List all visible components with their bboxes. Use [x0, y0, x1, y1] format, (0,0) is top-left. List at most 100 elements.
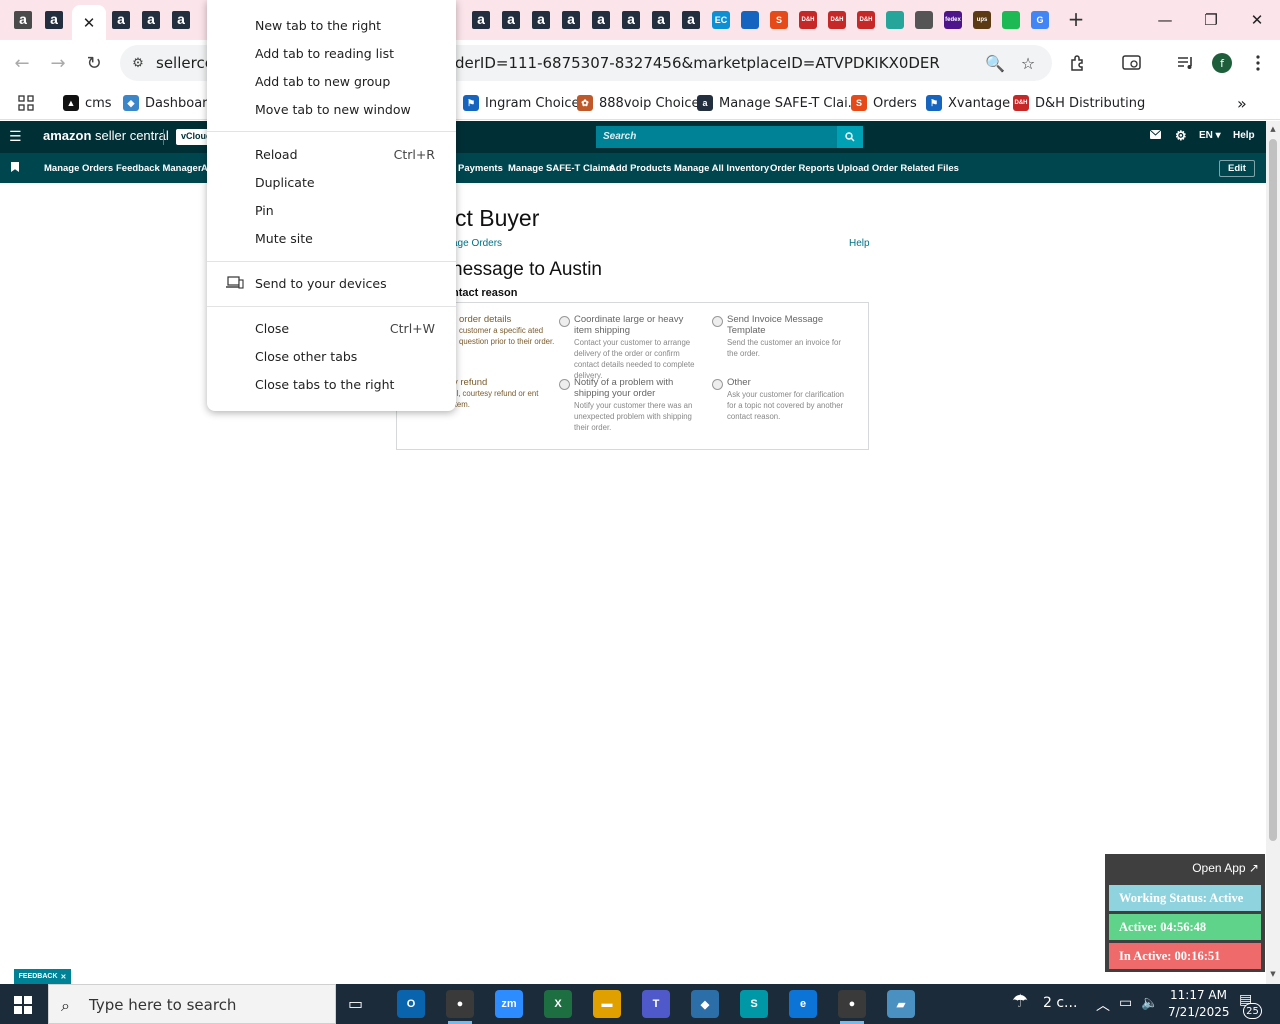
nav-manage-safet-claims[interactable]: Manage SAFE-T Claims — [508, 163, 614, 174]
tab-favicon[interactable]: S — [768, 9, 790, 31]
clock-date[interactable]: 7/21/2025 — [1168, 1005, 1230, 1019]
account-switcher[interactable]: vCloud — [176, 129, 208, 145]
hamburger-menu-icon[interactable]: ☰ — [9, 129, 22, 145]
apps-grid-icon[interactable] — [18, 92, 34, 114]
bookmark-item[interactable]: S Orders — [851, 92, 917, 114]
weather-icon[interactable]: ☂ — [1012, 991, 1028, 1012]
menu-add-reading-list[interactable]: Add tab to reading list — [207, 40, 456, 68]
clock-time[interactable]: 11:17 AM — [1170, 988, 1227, 1002]
tab-favicon[interactable]: D&H — [855, 9, 877, 31]
breadcrumb-link[interactable]: age Orders — [452, 238, 502, 249]
nav-order-reports[interactable]: Order Reports — [770, 163, 834, 174]
menu-new-tab-right[interactable]: New tab to the right — [207, 12, 456, 40]
menu-close-tabs-right[interactable]: Close tabs to the right — [207, 371, 456, 399]
tab-amazon[interactable]: a — [470, 9, 492, 31]
task-view-icon[interactable]: ▭ — [348, 994, 363, 1013]
nav-feedback-manager[interactable]: Feedback Manager — [116, 163, 202, 174]
browser-menu-icon[interactable] — [1246, 51, 1270, 75]
profile-avatar[interactable]: f — [1212, 53, 1232, 73]
edit-nav-button[interactable]: Edit — [1219, 160, 1255, 177]
tab-amazon[interactable]: a — [560, 9, 582, 31]
settings-gear-icon[interactable]: ⚙ — [1175, 128, 1187, 144]
taskbar-app-icon[interactable]: X — [544, 990, 572, 1018]
menu-close-other-tabs[interactable]: Close other tabs — [207, 343, 456, 371]
tab-favicon[interactable]: EC — [710, 9, 732, 31]
tab-favicon[interactable]: D&H — [797, 9, 819, 31]
tab-amazon[interactable]: a — [680, 9, 702, 31]
tab-amazon[interactable]: a — [650, 9, 672, 31]
menu-add-new-group[interactable]: Add tab to new group — [207, 68, 456, 96]
seller-central-logo[interactable]: amazon seller central — [43, 128, 169, 143]
scroll-down-icon[interactable]: ▼ — [1268, 969, 1278, 979]
nav-manage-all-inventory[interactable]: Manage All Inventory — [674, 163, 769, 174]
taskbar-search-input[interactable]: ⌕ Type here to search — [48, 984, 336, 1024]
reason-radio[interactable] — [559, 379, 570, 390]
taskbar-app-icon[interactable]: ◆ — [691, 990, 719, 1018]
bookmark-item[interactable]: ✿ 888voip Choice — [577, 92, 699, 114]
menu-reload[interactable]: Reload Ctrl+R — [207, 141, 456, 169]
taskbar-app-icon[interactable]: ● — [446, 990, 474, 1024]
taskbar-app-icon[interactable]: S — [740, 990, 768, 1018]
active-tab[interactable]: ✕ — [72, 5, 106, 40]
taskbar-app-icon[interactable]: T — [642, 990, 670, 1018]
notification-count[interactable]: 25 — [1243, 1003, 1262, 1019]
tab-amazon[interactable]: a — [500, 9, 522, 31]
menu-duplicate[interactable]: Duplicate — [207, 169, 456, 197]
tab-amazon[interactable]: a — [590, 9, 612, 31]
bookmark-item[interactable]: ◆ Dashboard — [123, 92, 216, 114]
bookmark-item[interactable]: D&H D&H Distributing — [1013, 92, 1145, 114]
menu-move-new-window[interactable]: Move tab to new window — [207, 96, 456, 124]
bookmark-item[interactable]: ⚑ Ingram Choice — [463, 92, 579, 114]
tab-favicon[interactable] — [913, 9, 935, 31]
page-scrollbar[interactable]: ▲ ▼ — [1266, 121, 1280, 984]
taskbar-app-icon[interactable]: ▰ — [887, 990, 915, 1018]
seller-search-input[interactable]: Search — [596, 126, 837, 148]
menu-mute-site[interactable]: Mute site — [207, 225, 456, 253]
seller-search-button[interactable] — [837, 126, 863, 148]
scroll-thumb[interactable] — [1269, 139, 1277, 841]
new-tab-button[interactable]: + — [1065, 7, 1087, 31]
tab-amazon[interactable]: a — [530, 9, 552, 31]
tab-favicon[interactable] — [884, 9, 906, 31]
weather-text[interactable]: 2 c... — [1043, 995, 1077, 1011]
bookmark-icon[interactable] — [11, 162, 19, 172]
windows-start-icon[interactable] — [14, 996, 32, 1014]
tab-amazon[interactable]: a — [110, 9, 132, 31]
nav-upload-order-files[interactable]: Upload Order Related Files — [837, 163, 959, 174]
page-help-link[interactable]: Help — [849, 238, 870, 249]
tab-close-icon[interactable]: ✕ — [83, 14, 96, 32]
taskbar-app-icon[interactable]: e — [789, 990, 817, 1018]
tab-favicon[interactable]: D&H — [826, 9, 848, 31]
scroll-up-icon[interactable]: ▲ — [1268, 124, 1278, 134]
bookmark-item[interactable]: ▲ cms — [63, 92, 112, 114]
language-selector[interactable]: EN ▾ — [1199, 130, 1221, 141]
zoom-icon[interactable]: 🔍 — [985, 53, 1005, 73]
nav-manage-orders[interactable]: Manage Orders — [44, 163, 113, 174]
tab-favicon[interactable] — [1000, 9, 1022, 31]
bookmark-star-icon[interactable]: ☆ — [1018, 53, 1038, 73]
mail-icon[interactable] — [1149, 129, 1162, 142]
reason-radio[interactable] — [559, 316, 570, 327]
tab-search-icon[interactable] — [1120, 51, 1144, 75]
extensions-icon[interactable] — [1066, 51, 1090, 75]
taskbar-app-icon[interactable]: O — [397, 990, 425, 1018]
bookmark-item[interactable]: ⚑ Xvantage — [926, 92, 1010, 114]
bookmarks-overflow-icon[interactable]: » — [1237, 92, 1247, 114]
bookmark-item[interactable]: a Manage SAFE-T Clai... — [697, 92, 860, 114]
reason-radio[interactable] — [712, 379, 723, 390]
help-link[interactable]: Help — [1233, 130, 1255, 141]
menu-send-devices[interactable]: Send to your devices — [207, 270, 456, 298]
window-close-button[interactable]: ✕ — [1242, 6, 1272, 34]
network-icon[interactable]: ▭ — [1119, 995, 1132, 1011]
menu-close[interactable]: Close Ctrl+W — [207, 315, 456, 343]
menu-pin[interactable]: Pin — [207, 197, 456, 225]
site-info-icon[interactable]: ⚙ — [128, 53, 148, 73]
volume-icon[interactable]: 🔈 — [1141, 995, 1158, 1011]
taskbar-app-icon[interactable]: zm — [495, 990, 523, 1018]
reason-radio[interactable] — [712, 316, 723, 327]
tab-amazon[interactable]: a — [12, 9, 34, 31]
url-text[interactable]: derID=111-6875307-8327456&marketplaceID=… — [455, 54, 940, 72]
taskbar-app-icon[interactable]: ▬ — [593, 990, 621, 1018]
media-control-icon[interactable] — [1174, 51, 1198, 75]
tab-amazon[interactable]: a — [170, 9, 192, 31]
